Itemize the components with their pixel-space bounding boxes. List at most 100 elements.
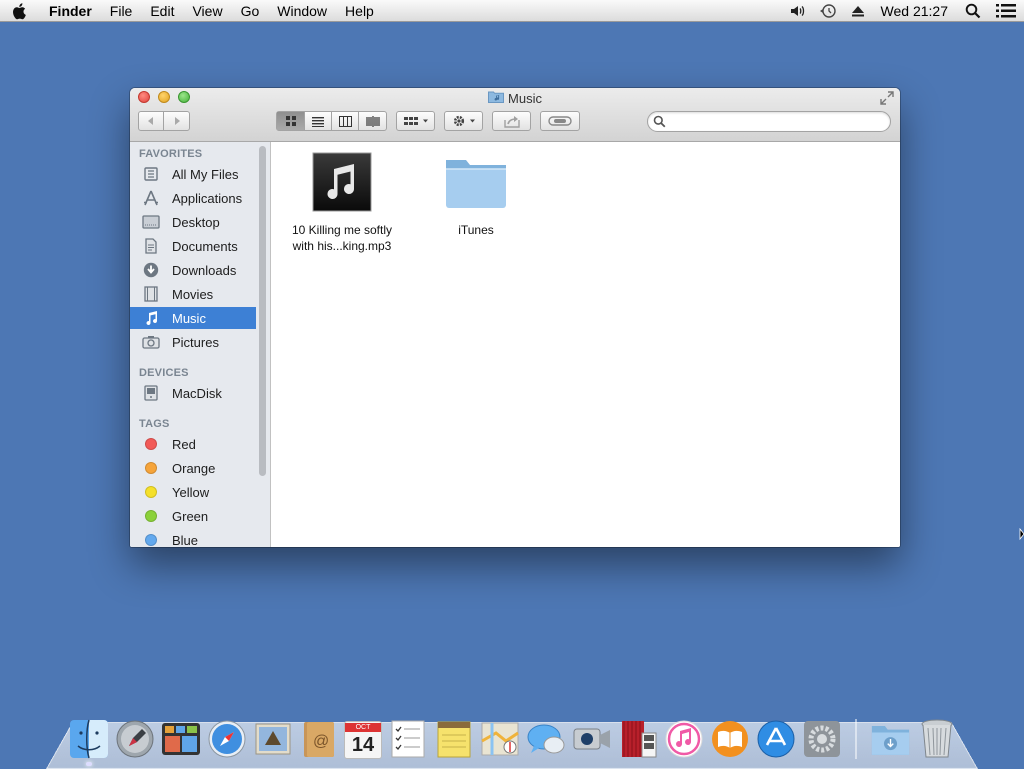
volume-icon[interactable] [783,0,813,22]
downloads-icon [138,262,164,278]
tag-icon [548,116,572,126]
menu-help[interactable]: Help [336,0,383,22]
sidebar-item-label: Pictures [172,334,219,350]
green-tag-icon [145,510,157,522]
sidebar-tag-yellow[interactable]: Yellow [130,481,256,503]
sidebar-item-pictures[interactable]: Pictures [130,331,256,353]
sidebar-item-label: Blue [172,532,199,548]
file-item-mp3[interactable]: 10 Killing me softly with his...king.mp3 [277,152,407,254]
mission-control-icon[interactable] [160,718,201,759]
share-icon [503,116,520,128]
calendar-icon[interactable]: OCT 14 [344,721,382,759]
itunes-icon[interactable] [663,718,704,759]
menu-view[interactable]: View [183,0,231,22]
sidebar-item-label: Applications [172,190,243,206]
arrange-button[interactable] [396,111,435,131]
window-title-text: Music [508,90,542,106]
sidebar-item-label: MacDisk [172,385,222,401]
view-mode-control [276,111,387,131]
menu-go[interactable]: Go [232,0,269,22]
dock-separator [855,719,857,759]
mp3-file-icon [277,152,407,216]
downloads-stack-icon[interactable] [870,718,911,759]
icon-view-button[interactable] [277,112,305,130]
eject-icon[interactable] [843,0,873,22]
sidebar-item-macdisk[interactable]: MacDisk [130,382,256,404]
menu-file[interactable]: File [101,0,142,22]
sidebar-tag-red[interactable]: Red [130,433,256,455]
app-store-icon[interactable] [755,718,796,759]
file-item-itunes-folder[interactable]: iTunes [411,152,541,238]
search-input[interactable] [670,114,880,129]
sidebar-item-documents[interactable]: Documents [130,235,256,257]
action-gear-button[interactable] [444,111,483,131]
sidebar-item-applications[interactable]: Applications [130,187,256,209]
reminders-icon[interactable] [387,718,428,759]
launchpad-icon[interactable] [114,718,155,759]
sidebar-item-desktop[interactable]: Desktop [130,211,256,233]
camera-icon [138,335,164,349]
cover-flow-view-button[interactable] [359,112,386,130]
notes-icon[interactable] [433,718,474,759]
ibooks-icon[interactable] [709,718,750,759]
file-name-line1: 10 Killing me softly [291,223,393,237]
time-machine-icon[interactable] [813,0,843,22]
back-forward-control [138,111,190,131]
sidebar-item-label: Desktop [172,214,220,230]
trash-icon[interactable] [916,718,957,759]
search-icon[interactable] [958,0,988,22]
sidebar-tag-orange[interactable]: Orange [130,457,256,479]
sidebar-item-downloads[interactable]: Downloads [130,259,256,281]
sidebar-item-label: Music [172,310,206,326]
search-icon [653,115,666,128]
menu-edit[interactable]: Edit [141,0,183,22]
facetime-icon[interactable] [571,718,612,759]
sidebar-item-label: Downloads [172,262,237,278]
sidebar-item-label: Documents [172,238,238,254]
calendar-day: 14 [351,733,375,756]
desktop-icon [138,215,164,229]
applications-icon [138,190,164,206]
sidebar-item-movies[interactable]: Movies [130,283,256,305]
system-preferences-icon[interactable] [801,718,842,759]
share-button[interactable] [492,111,531,131]
mouse-cursor-icon [1019,527,1024,547]
menu-window[interactable]: Window [268,0,336,22]
finder-icon[interactable] [68,718,109,759]
column-view-button[interactable] [332,112,359,130]
photo-booth-icon[interactable] [617,718,658,759]
sidebar-item-all-my-files[interactable]: All My Files [130,163,256,185]
search-field[interactable] [647,111,891,132]
sidebar-item-music[interactable]: Music [130,307,256,329]
menu-app-name[interactable]: Finder [40,0,101,22]
dock: @ OCT 14 [68,713,957,759]
contacts-icon[interactable]: @ [298,718,339,759]
list-icon[interactable] [988,0,1024,22]
safari-icon[interactable] [206,718,247,759]
sidebar-tag-green[interactable]: Green [130,505,256,527]
sidebar-tag-blue[interactable]: Blue [130,529,256,547]
fullscreen-icon[interactable] [880,91,894,105]
mail-icon[interactable] [252,718,293,759]
blue-tag-icon [145,534,157,546]
finder-window: Music FAVORITES All My Files Application… [130,88,900,547]
apple-logo-icon[interactable] [0,2,40,20]
movies-icon [138,286,164,302]
disk-icon [138,385,164,401]
sidebar-item-label: Movies [172,286,214,302]
sidebar-item-label: Orange [172,460,216,476]
sidebar: FAVORITES All My Files Applications Desk… [130,142,271,547]
forward-button[interactable] [164,112,189,130]
list-view-button[interactable] [305,112,332,130]
messages-icon[interactable] [525,718,566,759]
back-button[interactable] [139,112,164,130]
maps-icon[interactable] [479,718,520,759]
menu-clock[interactable]: Wed 21:27 [873,0,958,22]
tags-button[interactable] [540,111,580,131]
title-bar[interactable]: Music [130,88,900,142]
sidebar-scrollbar[interactable] [259,146,266,476]
svg-text:@: @ [313,733,329,750]
folder-icon [411,152,541,216]
sidebar-item-label: Green [172,508,209,524]
file-name-line2: with his...king.mp3 [292,239,392,253]
